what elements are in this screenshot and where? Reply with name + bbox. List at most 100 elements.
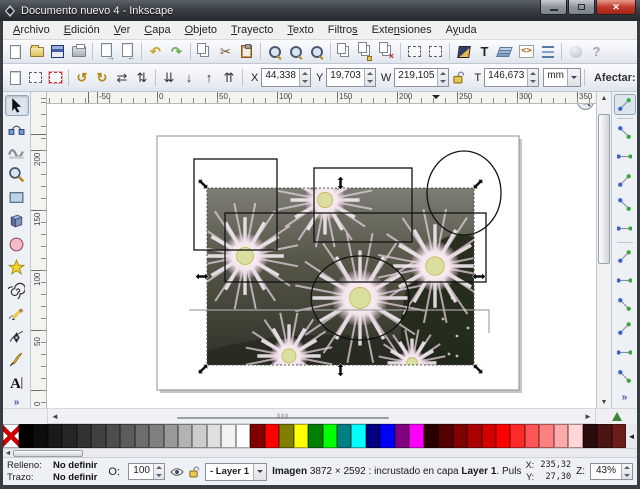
- layer-visibility-toggle[interactable]: [170, 467, 184, 477]
- swatch-none[interactable]: [3, 424, 19, 448]
- layer-dropdown-arrow-icon[interactable]: [253, 463, 267, 480]
- snap-bbox-button[interactable]: [614, 122, 636, 143]
- lock-ratio-toggle[interactable]: [449, 67, 469, 88]
- star-tool[interactable]: [5, 257, 29, 278]
- snap-smooth-nodes-button[interactable]: [614, 342, 636, 363]
- scroll-right-icon[interactable]: ►: [581, 412, 595, 421]
- snap-bbox-centers-button[interactable]: [614, 218, 636, 239]
- help-about-button[interactable]: ?: [586, 41, 607, 62]
- x-field-spinner[interactable]: [298, 69, 310, 86]
- snap-cusp-nodes-button[interactable]: [614, 318, 636, 339]
- snapbar-overflow-chevron[interactable]: »: [622, 392, 628, 403]
- palette-scrollbar[interactable]: ◄: [3, 448, 637, 457]
- copy-button[interactable]: [194, 41, 215, 62]
- snap-midpoints-button[interactable]: [614, 366, 636, 387]
- color-swatch-262626[interactable]: [62, 424, 77, 448]
- open-document-button[interactable]: [26, 41, 47, 62]
- scroll-left-icon[interactable]: ◄: [48, 412, 62, 421]
- color-swatch-808000[interactable]: [279, 424, 294, 448]
- menu-edición[interactable]: Edición: [57, 22, 107, 38]
- rectangle-tool[interactable]: [5, 187, 29, 208]
- minimize-button[interactable]: [540, 0, 567, 15]
- rotate-ccw-button[interactable]: ↺: [72, 67, 92, 88]
- palette-scroll-left-icon[interactable]: ◄: [3, 450, 13, 457]
- y-field[interactable]: 19,703: [326, 68, 376, 87]
- horizontal-scroll-thumb[interactable]: ⦀⦀⦀: [177, 414, 389, 421]
- menu-trayecto[interactable]: Trayecto: [224, 22, 280, 38]
- color-swatch-d40000[interactable]: [481, 424, 496, 448]
- ungroup-objects-button[interactable]: [425, 41, 446, 62]
- save-document-button[interactable]: [47, 41, 68, 62]
- horizontal-ruler[interactable]: -50 0 50 100 150 200 250 300 350: [47, 92, 596, 104]
- snap-master-toggle-button[interactable]: [613, 94, 636, 115]
- snap-bbox-edge-midpoints-button[interactable]: [614, 194, 636, 215]
- vertical-scrollbar[interactable]: ▲ ▼: [596, 92, 611, 408]
- color-swatch-ffffff[interactable]: [235, 424, 251, 448]
- zoom-to-selection-button[interactable]: [264, 41, 285, 62]
- color-swatch-aa0000[interactable]: [467, 424, 482, 448]
- color-swatch-5c5c5c[interactable]: [120, 424, 135, 448]
- snap-bbox-edges-button[interactable]: [614, 146, 636, 167]
- unit-dropdown-arrow-icon[interactable]: [566, 69, 580, 86]
- menu-ayuda[interactable]: Ayuda: [439, 22, 484, 38]
- ellipse-tool[interactable]: [5, 233, 29, 254]
- palette-next-icon[interactable]: ◄: [626, 424, 638, 448]
- menu-ver[interactable]: Ver: [107, 22, 138, 38]
- xml-editor-button[interactable]: <>: [516, 41, 537, 62]
- cut-button[interactable]: ✂: [215, 41, 236, 62]
- text-tool[interactable]: A: [5, 372, 29, 393]
- height-field[interactable]: 146,673: [484, 68, 540, 87]
- color-swatch-4d1414[interactable]: [597, 424, 612, 448]
- node-editor-tool[interactable]: [5, 118, 29, 139]
- horizontal-scrollbar[interactable]: ◄ ⦀⦀⦀ ►: [47, 409, 596, 424]
- tweak-tool[interactable]: [5, 141, 29, 162]
- pencil-tool[interactable]: [5, 303, 29, 324]
- print-document-button[interactable]: [68, 41, 89, 62]
- duplicate-button[interactable]: [334, 41, 355, 62]
- x-field[interactable]: 44,338: [261, 68, 311, 87]
- color-swatch-ff2a2a[interactable]: [510, 424, 525, 448]
- new-document-button[interactable]: [5, 41, 26, 62]
- lower-one-step-button[interactable]: ↓: [179, 67, 199, 88]
- color-swatch-800000[interactable]: [250, 424, 265, 448]
- undo-button[interactable]: ↶: [145, 41, 166, 62]
- color-swatch-b3b3b3[interactable]: [177, 424, 193, 448]
- create-clone-button[interactable]: [355, 41, 376, 62]
- selector-tool[interactable]: [4, 95, 29, 117]
- color-swatch-ffd5d5[interactable]: [568, 424, 583, 448]
- zoom-field[interactable]: 43%: [590, 463, 633, 480]
- box-3d-tool[interactable]: [5, 210, 29, 231]
- color-swatch-2b0b0b[interactable]: [582, 424, 598, 448]
- fill-value[interactable]: No definir: [53, 460, 97, 471]
- color-swatch-f2f2f2[interactable]: [221, 424, 236, 448]
- import-bitmap-button[interactable]: →: [96, 41, 117, 62]
- fill-stroke-dialog-button[interactable]: [453, 41, 474, 62]
- select-all-in-layers-button[interactable]: [25, 67, 45, 88]
- color-swatch-6e6e6e[interactable]: [134, 424, 150, 448]
- layers-dialog-button[interactable]: [495, 41, 516, 62]
- color-swatch-800000[interactable]: [452, 424, 468, 448]
- height-field-spinner[interactable]: [527, 69, 539, 86]
- color-swatch-550000[interactable]: [438, 424, 453, 448]
- color-swatch-800080[interactable]: [394, 424, 410, 448]
- layer-lock-toggle[interactable]: [189, 465, 200, 478]
- width-field-spinner[interactable]: [437, 69, 449, 86]
- opacity-field[interactable]: 100: [127, 463, 165, 480]
- color-profile-toggle[interactable]: [596, 409, 637, 424]
- color-swatch-0d0d0d[interactable]: [33, 424, 48, 448]
- unit-dropdown[interactable]: mm: [543, 68, 581, 87]
- color-swatch-cccccc[interactable]: [192, 424, 207, 448]
- close-button[interactable]: ✕: [596, 0, 636, 15]
- fill-stroke-indicator[interactable]: Relleno: No definir Trazo: No definir: [7, 460, 97, 483]
- menu-texto[interactable]: Texto: [280, 22, 320, 38]
- color-swatch-ff0000[interactable]: [495, 424, 511, 448]
- color-swatch-404040[interactable]: [91, 424, 106, 448]
- scroll-down-icon[interactable]: ▼: [597, 396, 611, 408]
- color-swatch-00ff00[interactable]: [322, 424, 337, 448]
- menu-archivo[interactable]: Archivo: [6, 22, 57, 38]
- color-swatch-333333[interactable]: [76, 424, 92, 448]
- raise-to-top-button[interactable]: ⇈: [219, 67, 239, 88]
- color-swatch-ffaaaa[interactable]: [553, 424, 569, 448]
- stroke-value[interactable]: No definir: [53, 472, 97, 483]
- color-swatch-000080[interactable]: [365, 424, 381, 448]
